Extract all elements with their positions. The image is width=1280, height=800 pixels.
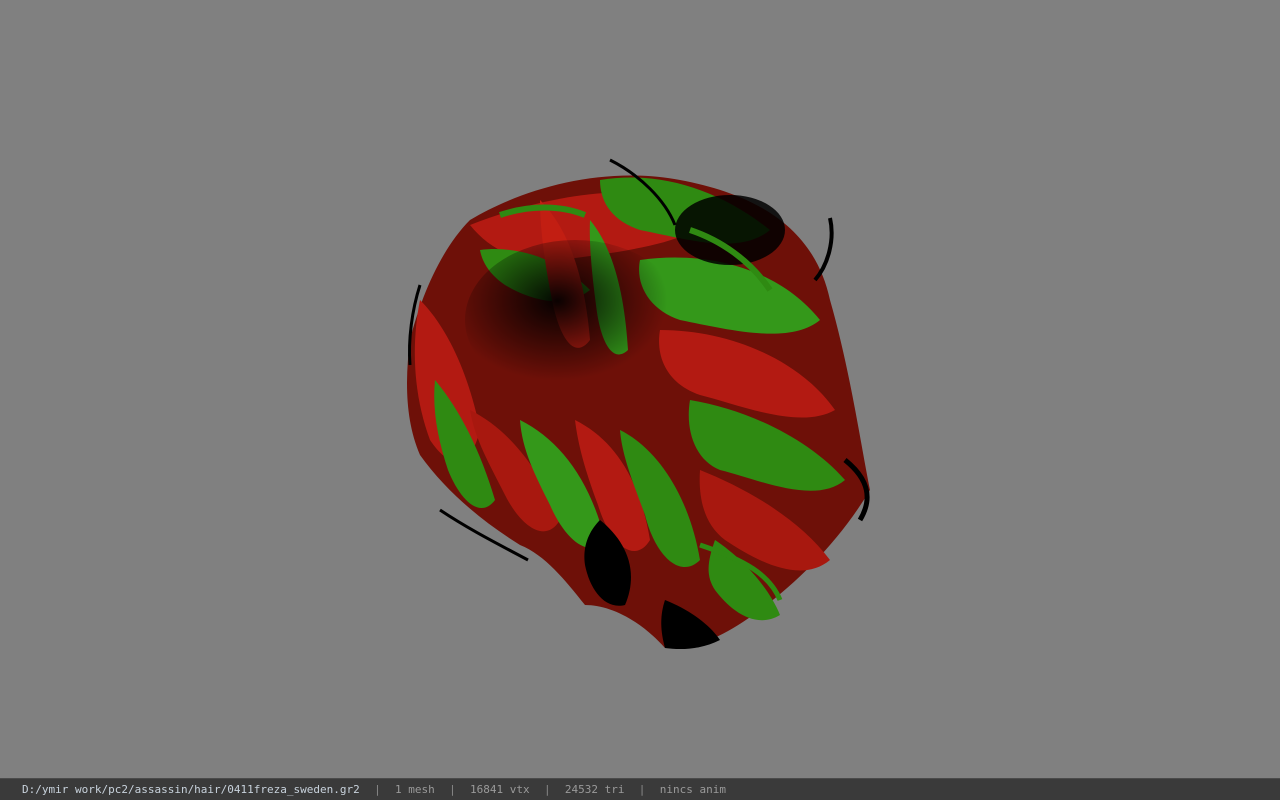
triangle-count: 24532 tri [564, 783, 625, 796]
vertex-count: 16841 vtx [470, 783, 530, 796]
status-bar: D:/ymir work/pc2/assassin/hair/0411freza… [0, 778, 1280, 800]
mesh-count: 1 mesh [395, 783, 435, 796]
file-path: D:/ymir work/pc2/assassin/hair/0411freza… [22, 783, 360, 796]
status-separator: | [638, 783, 646, 796]
hair-mass [407, 158, 870, 650]
hair-model-render[interactable] [0, 0, 1280, 778]
animation-status: nincs anim [659, 783, 726, 796]
status-separator: | [449, 783, 456, 796]
status-separator: | [543, 783, 551, 796]
status-separator: | [374, 783, 381, 796]
3d-viewport[interactable] [0, 0, 1280, 778]
